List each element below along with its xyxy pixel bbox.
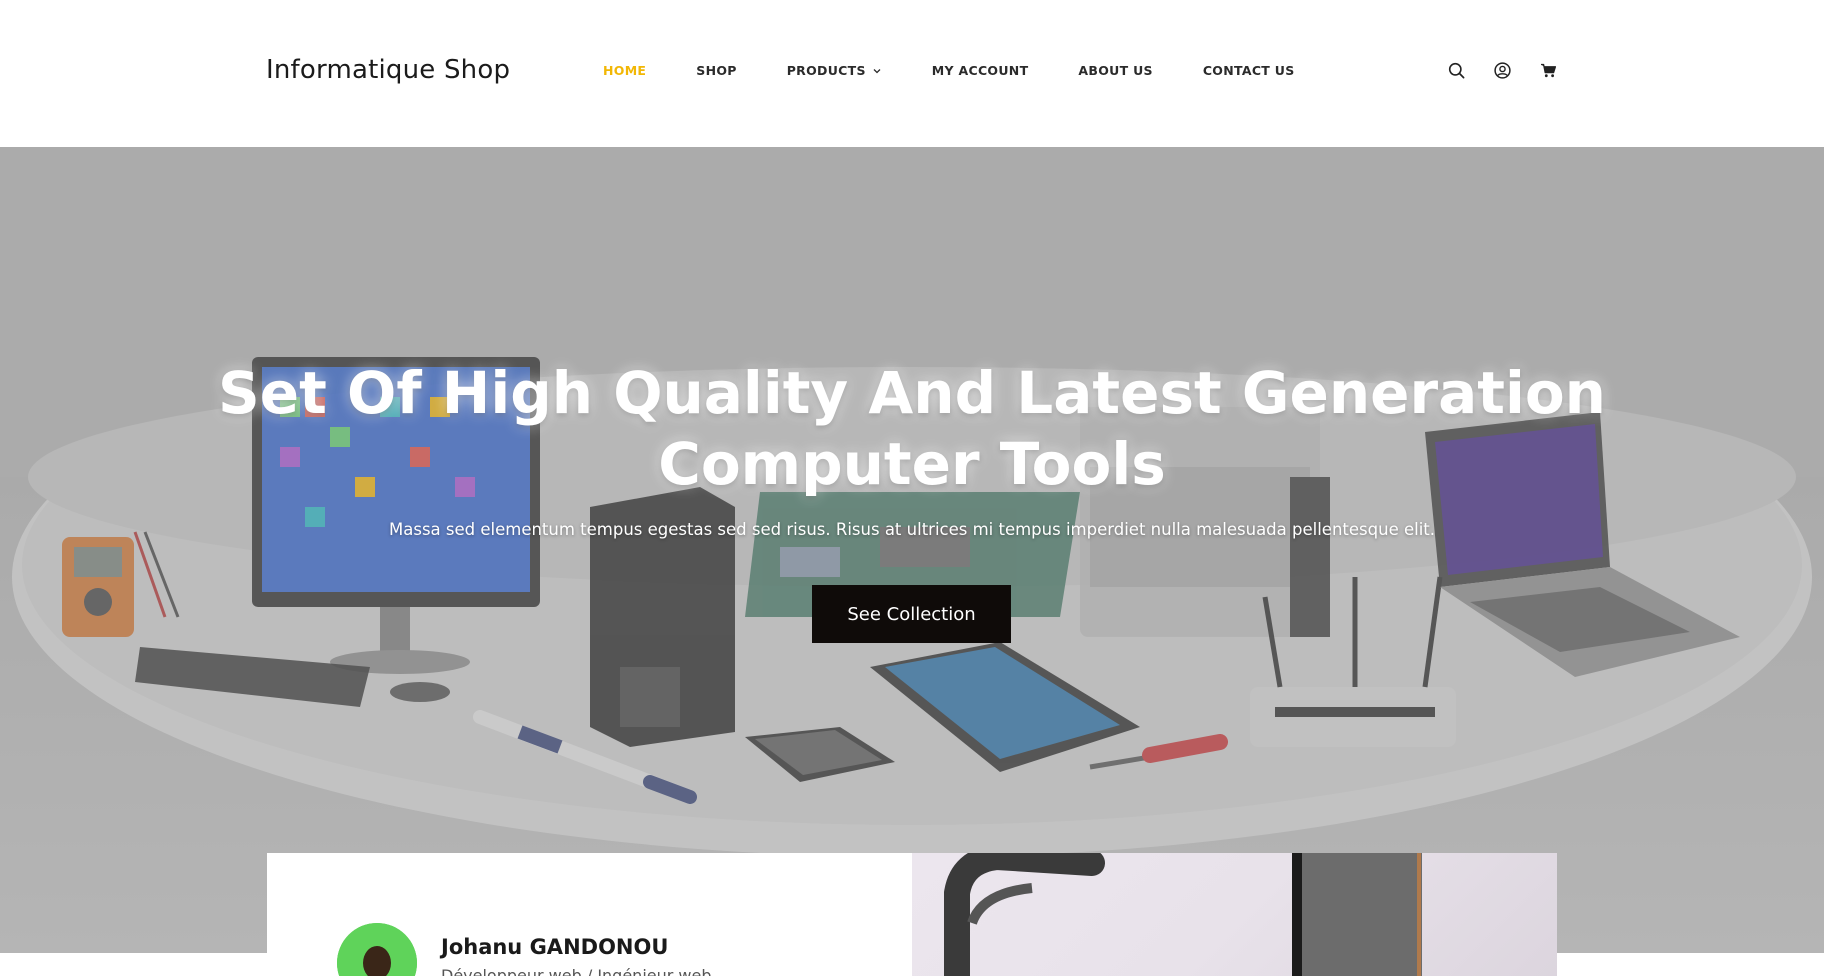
monitor-arm-illustration [944,853,1422,976]
nav-item-label: PRODUCTS [786,63,866,78]
avatar [337,923,417,976]
team-product-image [912,853,1557,976]
hero-background-image [0,147,1824,976]
nav-item-shop[interactable]: SHOP [696,63,736,78]
nav-item-my-account[interactable]: MY ACCOUNT [932,63,1029,78]
nav-item-label: MY ACCOUNT [931,63,1029,78]
main-nav: HOME SHOP PRODUCTS MY ACCOUNT ABOUT US C… [603,63,1295,78]
member-role: Développeur web / Ingénieur web [441,966,712,976]
member-name: Johanu GANDONOU [441,935,669,959]
chevron-down-icon [873,68,881,73]
cart-icon[interactable] [1540,62,1557,79]
site-logo[interactable]: Informatique Shop [266,55,510,85]
nav-item-about-us[interactable]: ABOUT US [1078,63,1152,78]
hero-subtitle: Massa sed elementum tempus egestas sed s… [389,520,1435,539]
search-icon[interactable] [1448,62,1465,79]
nav-item-label: ABOUT US [1078,63,1153,78]
nav-item-label: HOME [603,63,647,78]
nav-item-label: SHOP [696,63,737,78]
hero-title-line1: Set Of High Quality And Latest Generatio… [218,359,1606,427]
see-collection-button[interactable]: See Collection [812,585,1011,643]
hero-title-line2: Computer Tools [658,430,1166,498]
nav-item-label: CONTACT US [1202,63,1295,78]
avatar-portrait [337,923,417,976]
nav-item-contact-us[interactable]: CONTACT US [1203,63,1295,78]
nav-item-products[interactable]: PRODUCTS [787,63,882,78]
hero-banner: Set Of High Quality And Latest Generatio… [0,147,1824,976]
site-header: Informatique Shop HOME SHOP PRODUCTS MY … [0,0,1824,147]
nav-item-home[interactable]: HOME [603,63,646,78]
team-card: Johanu GANDONOU Développeur web / Ingéni… [267,853,1557,976]
header-icons [1448,62,1557,79]
team-member-panel: Johanu GANDONOU Développeur web / Ingéni… [267,853,912,976]
account-icon[interactable] [1494,62,1511,79]
hero-title: Set Of High Quality And Latest Generatio… [0,358,1824,500]
